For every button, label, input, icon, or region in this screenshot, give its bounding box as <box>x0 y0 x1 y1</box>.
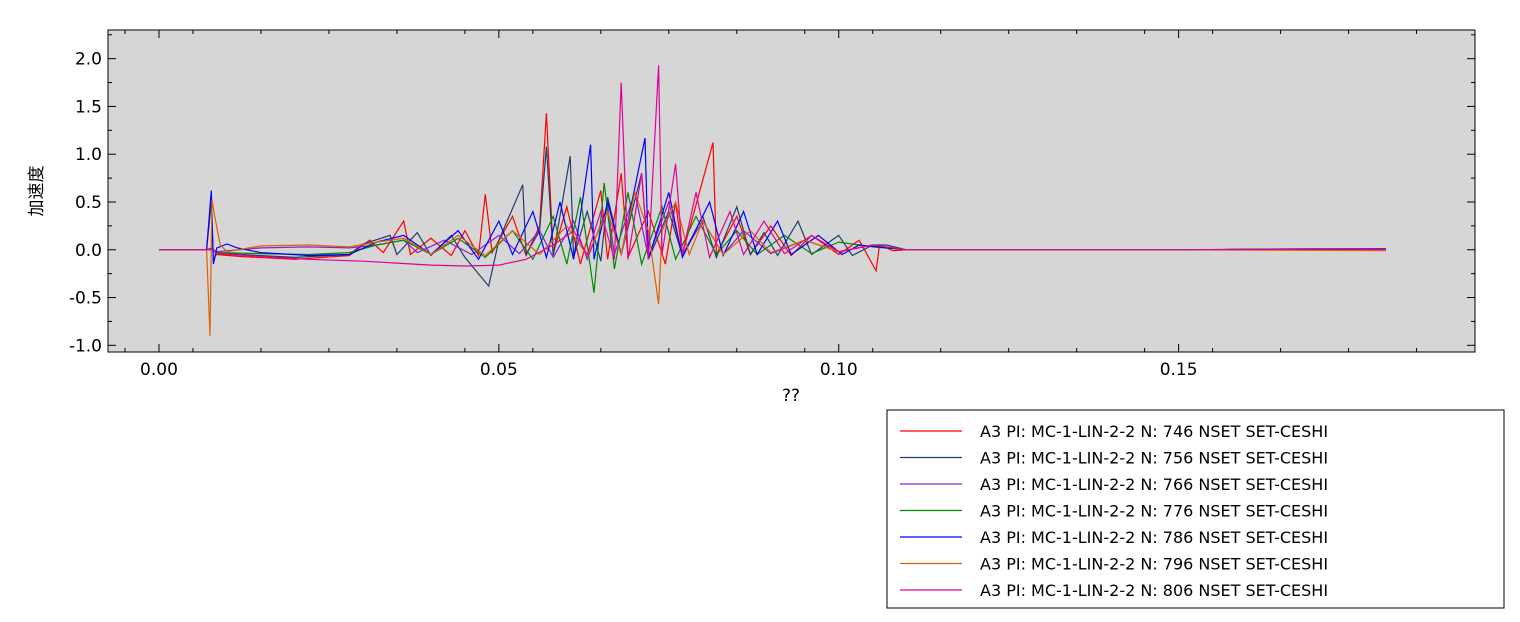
legend-entry: A3 PI: MC-1-LIN-2-2 N: 796 NSET SET-CESH… <box>980 555 1328 574</box>
x-tick-label: 0.15 <box>1160 360 1198 380</box>
y-tick-label: 0.0 <box>75 241 102 261</box>
legend-entry: A3 PI: MC-1-LIN-2-2 N: 806 NSET SET-CESH… <box>980 581 1328 600</box>
y-axis-title: 加速度 <box>27 166 47 217</box>
plot-area <box>107 29 1476 353</box>
legend-entry: A3 PI: MC-1-LIN-2-2 N: 756 NSET SET-CESH… <box>980 449 1328 468</box>
legend-entry: A3 PI: MC-1-LIN-2-2 N: 766 NSET SET-CESH… <box>980 475 1328 494</box>
x-axis-title: ?? <box>782 386 800 406</box>
y-tick-label: 0.5 <box>75 193 102 213</box>
y-tick-label: 1.5 <box>75 97 102 117</box>
chart: 0.00 0.05 0.10 0.15-1.0-0.50.00.51.01.52.0 … <box>27 29 1505 609</box>
x-tick-label: 0.10 <box>820 360 858 380</box>
x-tick-label: 0.05 <box>480 360 518 380</box>
y-tick-label: 1.0 <box>75 145 102 165</box>
legend-entry: A3 PI: MC-1-LIN-2-2 N: 776 NSET SET-CESH… <box>980 502 1328 521</box>
x-tick-label: 0.00 <box>140 360 178 380</box>
y-tick-label: 2.0 <box>75 50 102 70</box>
y-tick-label: -1.0 <box>69 336 102 356</box>
y-tick-label: -0.5 <box>69 289 102 309</box>
legend-entry: A3 PI: MC-1-LIN-2-2 N: 746 NSET SET-CESH… <box>980 422 1328 441</box>
legend-entry: A3 PI: MC-1-LIN-2-2 N: 786 NSET SET-CESH… <box>980 528 1328 547</box>
